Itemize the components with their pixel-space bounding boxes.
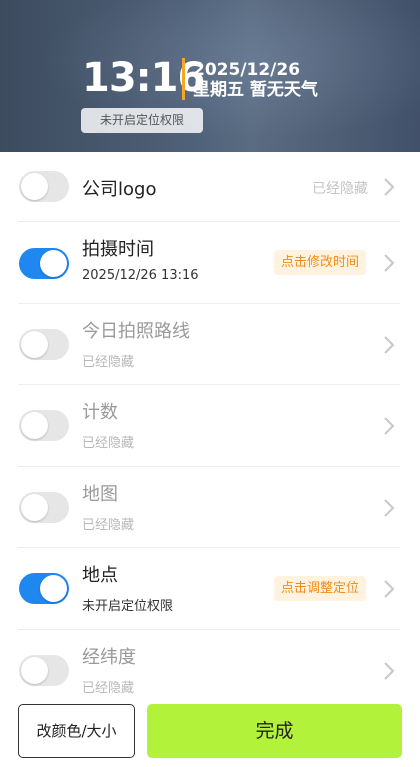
change-color-size-button[interactable]: 改颜色/大小 [18,704,135,758]
setting-subtitle: 已经隐藏 [82,436,135,451]
setting-subtitle: 2025/12/26 13:16 [82,268,199,283]
stamp-time: 13:16 [82,55,205,101]
stamp-weekday-weather: 星期五 暂无天气 [193,80,318,100]
coordinates-toggle[interactable] [19,655,69,686]
setting-subtitle: 已经隐藏 [82,355,135,370]
chevron-right-icon [384,254,395,272]
setting-title: 今日拍照路线 [82,321,190,342]
modify-time-button[interactable]: 点击修改时间 [273,250,366,275]
stamp-location-badge: 未开启定位权限 [81,108,203,133]
map-toggle[interactable] [19,492,69,523]
setting-row-count[interactable]: 计数 已经隐藏 [0,385,420,467]
bottom-action-bar: 改颜色/大小 完成 [0,697,420,767]
setting-title: 计数 [82,402,118,423]
setting-title: 公司logo [82,179,157,200]
setting-subtitle: 已经隐藏 [82,518,135,533]
stamp-accent-bar [182,58,185,100]
chevron-right-icon [384,417,395,435]
stamp-date: 2025/12/26 [193,60,301,80]
toggle-knob [21,331,48,358]
setting-row-location[interactable]: 地点 未开启定位权限 点击调整定位 [0,548,420,630]
chevron-right-icon [384,178,395,196]
watermark-preview: 13:16 2025/12/26 星期五 暂无天气 未开启定位权限 [0,0,420,152]
setting-row-map[interactable]: 地图 已经隐藏 [0,467,420,548]
setting-subtitle: 已经隐藏 [82,681,135,696]
setting-title: 地图 [82,484,118,505]
setting-subtitle: 未开启定位权限 [82,599,174,614]
photo-route-toggle[interactable] [19,329,69,360]
done-button[interactable]: 完成 [147,704,402,758]
toggle-knob [21,412,48,439]
toggle-knob [21,173,48,200]
location-toggle[interactable] [19,573,69,604]
capture-time-toggle[interactable] [19,248,69,279]
toggle-knob [40,250,67,277]
toggle-knob [21,494,48,521]
setting-title: 经纬度 [82,647,136,668]
adjust-location-button[interactable]: 点击调整定位 [273,576,366,601]
setting-row-photo-route[interactable]: 今日拍照路线 已经隐藏 [0,304,420,385]
setting-row-coordinates[interactable]: 经纬度 已经隐藏 [0,630,420,702]
toggle-knob [21,657,48,684]
chevron-right-icon [384,499,395,517]
company-logo-toggle[interactable] [19,171,69,202]
chevron-right-icon [384,580,395,598]
toggle-knob [40,575,67,602]
chevron-right-icon [384,662,395,680]
chevron-right-icon [384,336,395,354]
setting-title: 地点 [82,565,118,586]
setting-row-company-logo[interactable]: 公司logo 已经隐藏 [0,152,420,222]
count-toggle[interactable] [19,410,69,441]
setting-row-capture-time[interactable]: 拍摄时间 2025/12/26 13:16 点击修改时间 [0,222,420,304]
setting-status: 已经隐藏 [312,181,368,197]
setting-title: 拍摄时间 [82,239,154,260]
